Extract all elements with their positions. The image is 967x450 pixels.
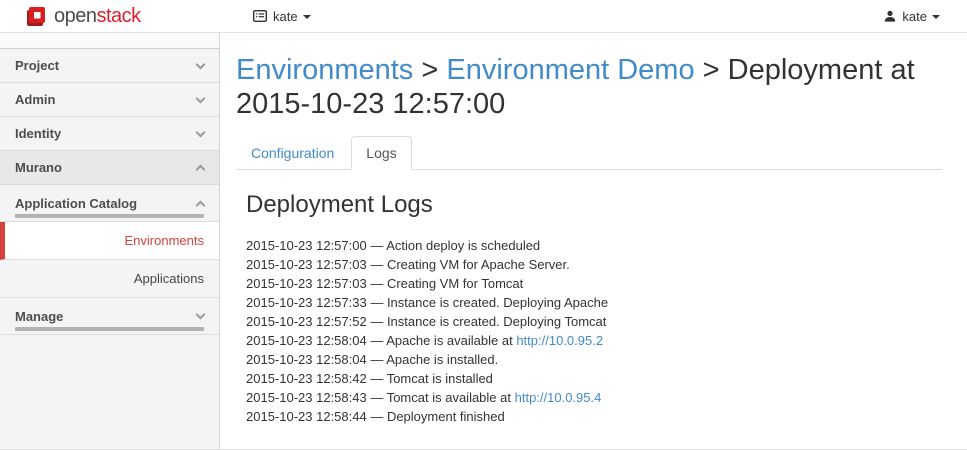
log-url-link[interactable]: http://10.0.95.2: [516, 333, 603, 348]
user-icon: [884, 10, 896, 22]
chevron-down-icon: [196, 310, 206, 320]
chevron-up-icon: [196, 200, 206, 210]
chevron-down-icon: [196, 127, 206, 137]
log-entry: 2015-10-23 12:58:43 — Tomcat is availabl…: [246, 388, 942, 407]
breadcrumb-link[interactable]: Environments: [236, 54, 413, 86]
page-title: Environments > Environment Demo > Deploy…: [236, 53, 942, 121]
log-timestamp: 2015-10-23 12:57:00 —: [246, 238, 386, 253]
sidebar-item-environments[interactable]: Environments: [0, 222, 219, 260]
log-entry: 2015-10-23 12:57:00 — Action deploy is s…: [246, 236, 942, 255]
sidebar-item-project[interactable]: Project: [0, 49, 219, 83]
log-message: Tomcat is installed: [387, 371, 493, 386]
chevron-up-icon: [196, 165, 206, 175]
log-timestamp: 2015-10-23 12:58:43 —: [246, 390, 387, 405]
sidebar-item-identity[interactable]: Identity: [0, 117, 219, 151]
tab-logs[interactable]: Logs: [351, 136, 411, 170]
project-dropdown-label: kate: [273, 9, 298, 24]
chevron-down-icon: [196, 59, 206, 69]
main-content: Environments > Environment Demo > Deploy…: [220, 33, 967, 449]
top-navbar: openstack kate kate: [0, 0, 967, 33]
breadcrumb-link[interactable]: Environment Demo: [446, 54, 694, 86]
log-message: Deployment finished: [387, 409, 505, 424]
log-message: Apache is available at: [386, 333, 516, 348]
sidebar-item-murano[interactable]: Murano: [0, 151, 219, 185]
log-message: Action deploy is scheduled: [386, 238, 540, 253]
log-message: Apache is installed.: [386, 352, 498, 367]
sidebar-item-admin[interactable]: Admin: [0, 83, 219, 117]
sidebar-item-applications[interactable]: Applications: [0, 260, 219, 298]
tab-configuration[interactable]: Configuration: [236, 136, 349, 170]
log-entry: 2015-10-23 12:58:44 — Deployment finishe…: [246, 407, 942, 426]
sidebar-item-label: Admin: [15, 92, 55, 107]
log-timestamp: 2015-10-23 12:57:33 —: [246, 295, 387, 310]
log-timestamp: 2015-10-23 12:58:42 —: [246, 371, 387, 386]
page-layout: Project Admin Identity Murano Application Ca…: [0, 33, 967, 449]
user-dropdown[interactable]: kate: [884, 9, 940, 24]
tab-content: Deployment Logs 2015-10-23 12:57:00 — Ac…: [236, 170, 942, 426]
caret-down-icon: [932, 15, 940, 19]
sidebar-item-label: Application Catalog: [15, 196, 137, 211]
log-timestamp: 2015-10-23 12:58:44 —: [246, 409, 387, 424]
log-message: Tomcat is available at: [387, 390, 515, 405]
breadcrumb-separator: >: [413, 54, 446, 86]
sidebar-item-manage[interactable]: Manage: [0, 298, 219, 335]
openstack-cube-icon: [25, 5, 47, 27]
section-divider-bar: [15, 214, 204, 218]
logo-wordmark: openstack: [54, 5, 141, 28]
project-dropdown[interactable]: kate: [253, 9, 311, 24]
log-entry: 2015-10-23 12:58:04 — Apache is installe…: [246, 350, 942, 369]
log-entry: 2015-10-23 12:57:33 — Instance is create…: [246, 293, 942, 312]
log-message: Creating VM for Apache Server.: [387, 257, 570, 272]
log-entry: 2015-10-23 12:57:52 — Instance is create…: [246, 312, 942, 331]
sidebar-nav: Project Admin Identity Murano Application Ca…: [0, 49, 219, 335]
caret-down-icon: [303, 15, 311, 19]
section-divider-bar: [15, 327, 204, 331]
sidebar-item-label: Manage: [15, 309, 63, 324]
log-message: Instance is created. Deploying Tomcat: [387, 314, 606, 329]
sidebar-item-label: Murano: [15, 160, 62, 175]
tab-bar: ConfigurationLogs: [236, 136, 942, 170]
log-timestamp: 2015-10-23 12:57:03 —: [246, 276, 387, 291]
project-card-icon: [253, 10, 267, 22]
sidebar-item-label: Identity: [15, 126, 61, 141]
log-entry: 2015-10-23 12:58:42 — Tomcat is installe…: [246, 369, 942, 388]
log-entry: 2015-10-23 12:57:03 — Creating VM for Ap…: [246, 255, 942, 274]
deployment-logs-heading: Deployment Logs: [246, 191, 942, 219]
log-timestamp: 2015-10-23 12:58:04 —: [246, 352, 386, 367]
log-message: Creating VM for Tomcat: [387, 276, 523, 291]
log-list: 2015-10-23 12:57:00 — Action deploy is s…: [246, 236, 942, 426]
log-timestamp: 2015-10-23 12:57:03 —: [246, 257, 387, 272]
log-message: Instance is created. Deploying Apache: [387, 295, 608, 310]
log-timestamp: 2015-10-23 12:57:52 —: [246, 314, 387, 329]
log-entry: 2015-10-23 12:57:03 — Creating VM for To…: [246, 274, 942, 293]
sidebar-item-label: Project: [15, 58, 59, 73]
sidebar: Project Admin Identity Murano Application Ca…: [0, 33, 220, 449]
log-entry: 2015-10-23 12:58:04 — Apache is availabl…: [246, 331, 942, 350]
sidebar-item-application-catalog[interactable]: Application Catalog: [0, 185, 219, 222]
log-url-link[interactable]: http://10.0.95.4: [515, 390, 602, 405]
breadcrumb-separator: >: [695, 54, 728, 86]
sidebar-item-label: Environments: [125, 233, 204, 248]
log-timestamp: 2015-10-23 12:58:04 —: [246, 333, 386, 348]
user-dropdown-label: kate: [902, 9, 927, 24]
sidebar-top-strip: [0, 33, 219, 49]
openstack-logo[interactable]: openstack: [25, 5, 141, 28]
chevron-down-icon: [196, 93, 206, 103]
sidebar-item-label: Applications: [134, 271, 204, 286]
